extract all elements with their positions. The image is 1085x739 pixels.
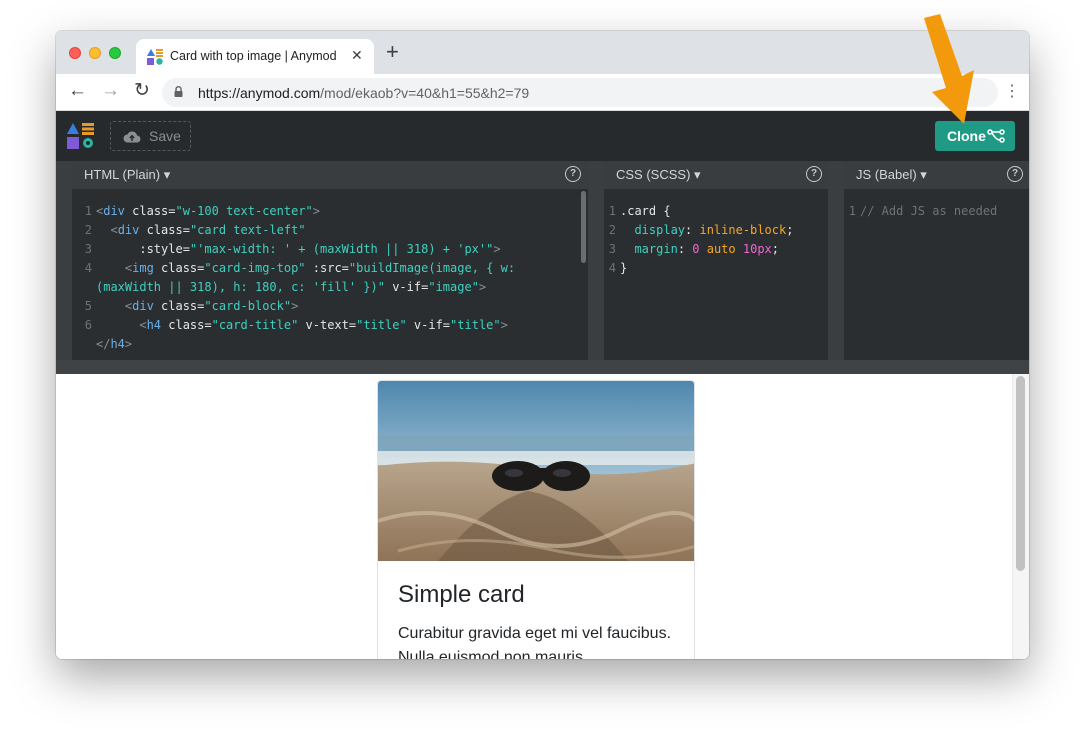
card-text: Curabitur gravida eget mi vel faucibus. … (398, 625, 672, 659)
card-title: Simple card (398, 581, 525, 608)
code-line: 2 <div class="card text-left" (84, 223, 306, 237)
js-code[interactable]: 1// Add JS as needed (844, 189, 1029, 360)
preview-pane: Simple card Curabitur gravida eget mi ve… (56, 374, 1029, 659)
kebab-menu-icon[interactable]: ⋮ (1004, 84, 1020, 100)
save-button[interactable]: Save (110, 121, 191, 151)
html-panel-header: HTML (Plain) ▾ ? (72, 161, 588, 189)
browser-window: Card with top image | Anymod ✕ + ← → ↻ h… (56, 31, 1029, 659)
code-line: 3 :style="'max-width: ' + (maxWidth || 3… (84, 242, 501, 256)
html-code[interactable]: 1 <div class="w-100 text-center"> 2 <div … (72, 189, 588, 360)
anymod-favicon-icon (147, 49, 163, 65)
code-line: 4 <img class="card-img-top" :src="buildI… (84, 261, 516, 275)
code-line: 2 display: inline-block; (608, 223, 794, 237)
save-button-label: Save (149, 128, 181, 144)
url-path: /mod/ekaob?v=40&h1=55&h2=79 (320, 85, 530, 101)
minimize-window-button[interactable] (89, 47, 101, 59)
help-icon[interactable]: ? (565, 166, 581, 182)
html-panel-title[interactable]: HTML (Plain) ▾ (84, 167, 170, 183)
html-editor-scrollbar[interactable] (581, 191, 586, 263)
code-line: (maxWidth || 318), h: 180, c: 'fill' })"… (96, 280, 487, 294)
css-code[interactable]: 1 .card { 2 display: inline-block; 3 marg… (604, 189, 828, 360)
reload-icon[interactable]: ↻ (134, 81, 150, 101)
css-panel-title[interactable]: CSS (SCSS) ▾ (616, 167, 701, 183)
js-panel-title[interactable]: JS (Babel) ▾ (856, 167, 927, 183)
code-line: 3 margin: 0 auto 10px; (608, 242, 780, 256)
close-window-button[interactable] (69, 47, 81, 59)
preview-scrollbar[interactable] (1016, 376, 1025, 571)
anymod-logo-icon (67, 123, 94, 149)
cloud-upload-icon (123, 131, 141, 143)
tab-strip: Card with top image | Anymod ✕ + (56, 31, 1029, 74)
html-editor-panel[interactable]: HTML (Plain) ▾ ? 1 <div class="w-100 text… (72, 161, 588, 360)
annotation-arrow-icon (924, 14, 974, 124)
help-icon[interactable]: ? (1007, 166, 1023, 182)
code-line: 5 <div class="card-block"> (84, 299, 299, 313)
arrow-left-icon[interactable]: ← (68, 81, 87, 101)
lock-icon (174, 86, 183, 97)
tab-title: Card with top image | Anymod (170, 49, 337, 63)
preview-card: Simple card Curabitur gravida eget mi ve… (377, 380, 695, 659)
js-panel-header: JS (Babel) ▾ ? (844, 161, 1029, 189)
code-line: 1 <div class="w-100 text-center"> (84, 204, 321, 218)
plus-icon[interactable]: + (386, 41, 399, 63)
url-text[interactable]: https://anymod.com/mod/ekaob?v=40&h1=55&… (198, 85, 529, 101)
css-editor-panel[interactable]: CSS (SCSS) ▾ ? 1 .card { 2 display: inlin… (604, 161, 828, 360)
arrow-right-icon[interactable]: → (101, 81, 120, 101)
resize-divider[interactable] (56, 360, 1029, 374)
code-line: 4} (608, 261, 628, 275)
editor-area: HTML (Plain) ▾ ? 1 <div class="w-100 text… (56, 161, 1029, 360)
zoom-window-button[interactable] (109, 47, 121, 59)
browser-tab[interactable]: Card with top image | Anymod ✕ (136, 39, 374, 74)
browser-toolbar: ← → ↻ https://anymod.com/mod/ekaob?v=40&… (56, 74, 1029, 111)
code-line: 6 <h4 class="card-title" v-text="title" … (84, 318, 508, 332)
fork-icon (987, 129, 1005, 143)
url-host: https://anymod.com (198, 85, 321, 101)
app-header: Save Clone (56, 111, 1029, 161)
code-line: </h4> (96, 337, 133, 351)
js-editor-panel[interactable]: JS (Babel) ▾ ? 1// Add JS as needed (844, 161, 1029, 360)
code-line: 1// Add JS as needed (848, 204, 998, 218)
close-icon[interactable]: ✕ (351, 47, 363, 64)
css-panel-header: CSS (SCSS) ▾ ? (604, 161, 828, 189)
beach-sunglasses-image (378, 381, 694, 561)
address-bar[interactable]: https://anymod.com/mod/ekaob?v=40&h1=55&… (162, 78, 998, 107)
code-line: 1 .card { (608, 204, 671, 218)
help-icon[interactable]: ? (806, 166, 822, 182)
